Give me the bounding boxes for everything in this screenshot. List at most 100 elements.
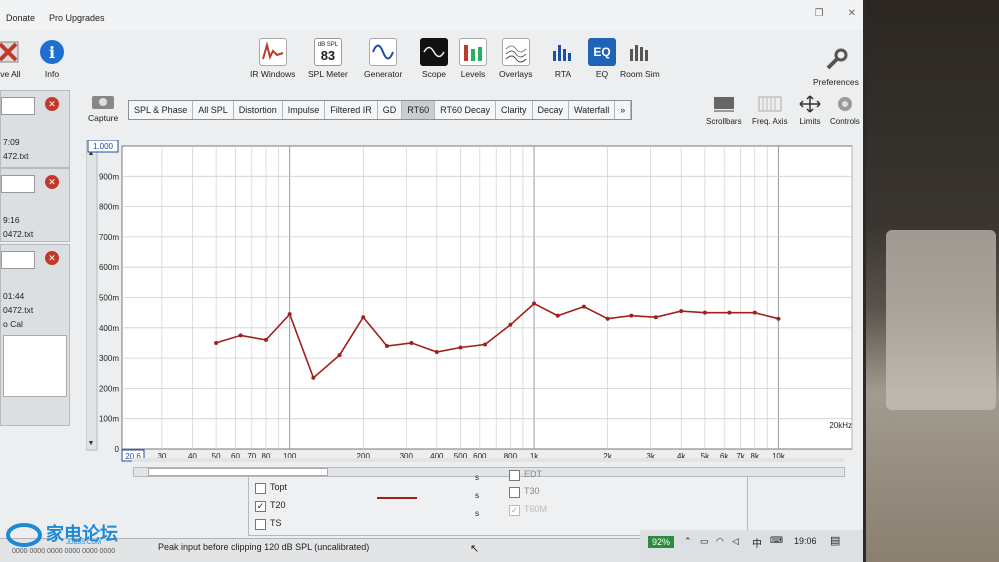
scroll-down-arrow[interactable]: ▼ [88, 440, 95, 447]
scope-button[interactable]: Scope [420, 38, 448, 79]
measurement-item[interactable]: ✕ 7:09 472.txt [0, 90, 70, 168]
chevron-up-icon[interactable]: ⌃ [684, 536, 692, 547]
measurement-item[interactable]: ✕ 01:44 0472.txt o Cal [0, 244, 70, 426]
room-sim-icon [626, 38, 654, 66]
legend-edt-label: EDT [524, 469, 542, 479]
data-point[interactable] [702, 310, 707, 315]
info-button[interactable]: i Info [38, 38, 66, 79]
ts-checkbox[interactable] [255, 519, 266, 530]
tab-clarity[interactable]: Clarity [496, 101, 533, 119]
eq-button[interactable]: EQ EQ [588, 38, 616, 79]
battery-icon[interactable]: ▭ [700, 536, 709, 547]
remove-measurement-icon[interactable]: ✕ [45, 251, 59, 265]
ir-windows-icon [258, 38, 287, 66]
data-point[interactable] [458, 345, 463, 350]
tab-gd[interactable]: GD [378, 101, 403, 119]
measurement-name-field[interactable] [1, 175, 35, 193]
measurement-notes[interactable] [3, 335, 67, 397]
measurement-item[interactable]: ✕ 9:16 0472.txt [0, 168, 70, 242]
tab-decay[interactable]: Decay [533, 101, 570, 119]
rt60-graph[interactable]: ▲ ▼ 100m200m300m400m500m600m700m800m900m… [86, 140, 854, 462]
tab-spl-phase[interactable]: SPL & Phase [129, 101, 194, 119]
ime-indicator[interactable]: 中 [752, 535, 762, 550]
data-point[interactable] [214, 340, 219, 345]
spl-meter-button[interactable]: dB SPL 83 SPL Meter [308, 38, 348, 79]
levels-button[interactable]: Levels [459, 38, 487, 79]
data-point[interactable] [653, 315, 658, 320]
measurement-name-field[interactable] [1, 97, 35, 115]
horizontal-scrollbar[interactable] [132, 458, 844, 462]
y-max-label[interactable]: 1.000 [93, 142, 114, 151]
wifi-icon[interactable]: ◠ [716, 536, 724, 547]
legend-unit: s [475, 473, 479, 482]
limits-button[interactable]: Limits [797, 95, 823, 126]
tab-distortion[interactable]: Distortion [234, 101, 283, 119]
remove-measurement-icon[interactable]: ✕ [45, 97, 59, 111]
data-point[interactable] [409, 340, 414, 345]
data-point[interactable] [384, 343, 389, 348]
freq-axis-button[interactable]: Freq. Axis [752, 95, 788, 126]
t30-checkbox[interactable] [509, 487, 520, 498]
close-icon[interactable]: ✕ [848, 8, 856, 19]
topt-checkbox[interactable] [255, 483, 266, 494]
notification-icon[interactable]: ▤ [830, 534, 840, 547]
menu-pro-upgrades[interactable]: Pro Upgrades [47, 13, 107, 23]
legend-unit: s [475, 509, 479, 518]
data-point[interactable] [238, 333, 243, 338]
remove-measurement-icon[interactable]: ✕ [45, 175, 59, 189]
tab-filtered-ir[interactable]: Filtered IR [325, 101, 378, 119]
data-point[interactable] [434, 350, 439, 355]
overlays-button[interactable]: Overlays [499, 38, 533, 79]
keyboard-icon[interactable]: ⌨ [770, 535, 783, 546]
data-point[interactable] [483, 342, 488, 347]
data-point[interactable] [263, 337, 268, 342]
battery-indicator[interactable]: 92% [648, 536, 675, 548]
data-point[interactable] [752, 310, 757, 315]
data-point[interactable] [581, 304, 586, 309]
data-point[interactable] [508, 322, 513, 327]
y-tick-label: 700m [99, 233, 119, 242]
data-point[interactable] [776, 316, 781, 321]
measurement-name-field[interactable] [1, 251, 35, 269]
vertical-scrollbar[interactable] [86, 140, 98, 451]
scroll-thumb[interactable] [148, 468, 328, 476]
room-sim-button[interactable]: Room Sim [620, 38, 660, 79]
menu-donate[interactable]: Donate [4, 13, 37, 23]
remove-all-button[interactable]: ove All [0, 38, 22, 79]
scrollbars-button[interactable]: Scrollbars [706, 95, 742, 126]
preferences-button[interactable]: Preferences [813, 46, 859, 87]
tab-impulse[interactable]: Impulse [283, 101, 326, 119]
measurement-time: 7:09 [3, 137, 20, 147]
data-point[interactable] [287, 312, 292, 317]
t60m-checkbox[interactable]: ✓ [509, 505, 520, 516]
tab-all-spl[interactable]: All SPL [193, 101, 234, 119]
volume-icon[interactable]: ◁ [732, 536, 739, 547]
data-point[interactable] [727, 310, 732, 315]
data-point[interactable] [679, 309, 684, 314]
tab-rt60[interactable]: RT60 [402, 101, 436, 119]
tab-waterfall[interactable]: Waterfall [569, 101, 616, 119]
ir-windows-button[interactable]: IR Windows [250, 38, 295, 79]
data-point[interactable] [629, 313, 634, 318]
tab-more[interactable]: » [615, 101, 632, 119]
rta-button[interactable]: RTA [549, 38, 577, 79]
capture-button[interactable]: Capture [88, 92, 118, 123]
data-point[interactable] [361, 315, 366, 320]
generator-button[interactable]: Generator [364, 38, 402, 79]
legend-t30-label: T30 [524, 486, 540, 496]
clock[interactable]: 19:06 [794, 536, 817, 546]
restore-icon[interactable]: ❐ [815, 8, 824, 19]
y-tick-label: 200m [99, 384, 119, 393]
data-point[interactable] [555, 313, 560, 318]
t20-checkbox[interactable]: ✓ [255, 501, 266, 512]
scope-icon [420, 38, 448, 66]
data-point[interactable] [532, 301, 537, 306]
system-tray: 92% ⌃ ▭ ◠ ◁ 中 ⌨ 19:06 ▤ [640, 530, 863, 562]
data-point[interactable] [337, 353, 342, 358]
tab-rt60-decay[interactable]: RT60 Decay [435, 101, 496, 119]
data-point[interactable] [605, 316, 610, 321]
edt-checkbox[interactable] [509, 470, 520, 481]
controls-button[interactable]: Controls [830, 95, 860, 126]
data-point[interactable] [311, 375, 316, 380]
mouse-cursor-icon: ↖ [470, 543, 480, 555]
